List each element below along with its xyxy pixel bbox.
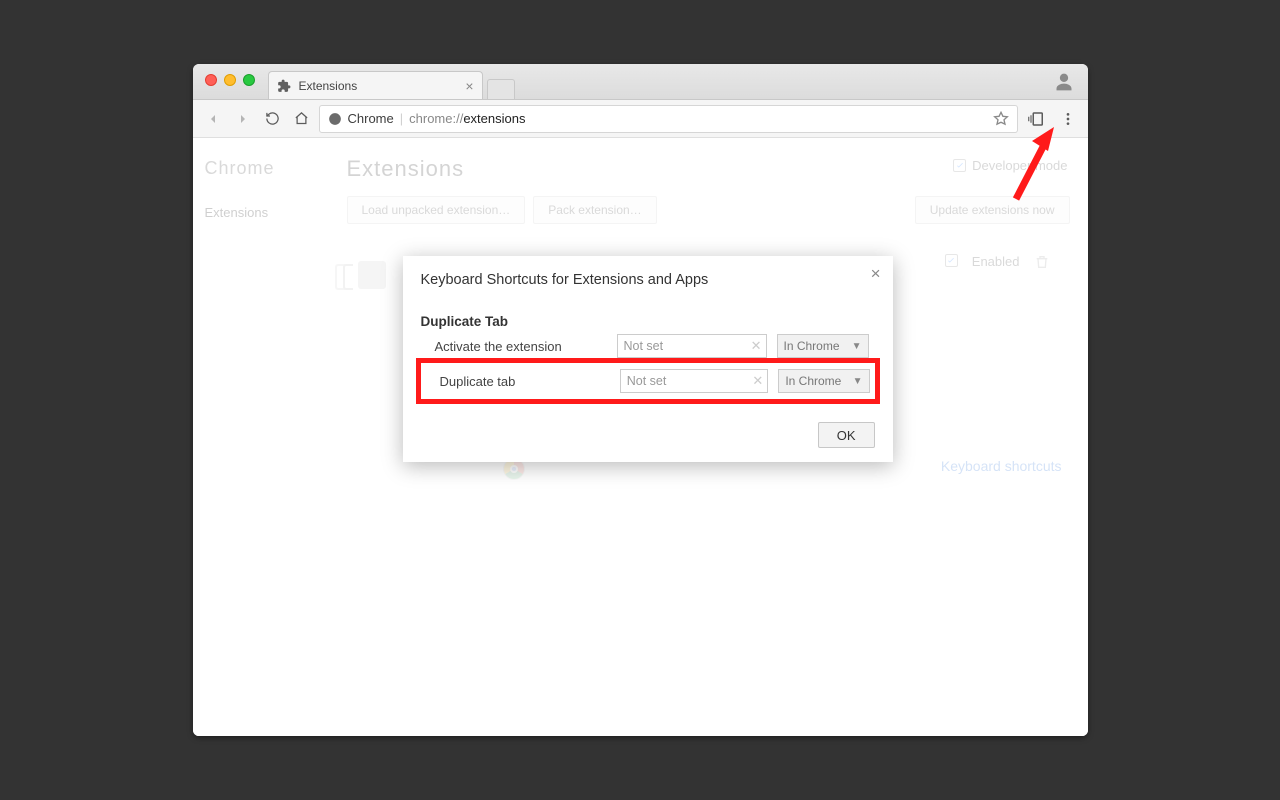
title-bar: Extensions × xyxy=(193,64,1088,100)
forward-button[interactable] xyxy=(231,107,255,131)
browser-window: Extensions × Chrome | chrome://extension… xyxy=(193,64,1088,736)
keyboard-shortcuts-dialog: × Keyboard Shortcuts for Extensions and … xyxy=(403,256,893,462)
enabled-label: Enabled xyxy=(972,254,1020,269)
chevron-down-icon: ▼ xyxy=(852,341,862,352)
tab-title: Extensions xyxy=(299,79,358,93)
new-tab-button[interactable] xyxy=(487,79,515,99)
extension-row-icon xyxy=(347,254,397,296)
shortcut-section-name: Duplicate Tab xyxy=(421,314,875,329)
dev-toolbar: Load unpacked extension… Pack extension…… xyxy=(347,196,1070,224)
close-window-button[interactable] xyxy=(205,74,217,86)
highlighted-shortcut-row: Duplicate tab Not set✕ In Chrome▼ xyxy=(416,358,880,404)
sidebar-item-extensions[interactable]: Extensions xyxy=(205,201,331,224)
profile-icon[interactable] xyxy=(1054,72,1074,92)
menu-button[interactable] xyxy=(1056,107,1080,131)
zoom-window-button[interactable] xyxy=(243,74,255,86)
window-controls xyxy=(205,74,255,86)
load-unpacked-button[interactable]: Load unpacked extension… xyxy=(347,196,526,224)
dialog-title: Keyboard Shortcuts for Extensions and Ap… xyxy=(421,272,875,288)
clear-icon[interactable]: ✕ xyxy=(751,338,762,354)
extension-icon xyxy=(277,79,291,93)
dialog-close-button[interactable]: × xyxy=(871,264,881,284)
shortcut-input[interactable]: Not set✕ xyxy=(617,334,767,358)
shortcut-row-duplicate: Duplicate tab Not set✕ In Chrome▼ xyxy=(426,366,870,396)
ok-button[interactable]: OK xyxy=(818,422,875,448)
url-origin: Chrome xyxy=(348,111,394,126)
browser-tab[interactable]: Extensions × xyxy=(268,71,483,99)
toolbar: Chrome | chrome://extensions xyxy=(193,100,1088,138)
sidebar: Chrome Extensions xyxy=(193,138,343,736)
home-button[interactable] xyxy=(290,107,313,130)
address-bar[interactable]: Chrome | chrome://extensions xyxy=(319,105,1018,133)
shortcut-row-activate: Activate the extension Not set✕ In Chrom… xyxy=(421,331,875,361)
site-info-icon xyxy=(328,112,342,126)
sidebar-title: Chrome xyxy=(205,158,331,179)
extension-toolbar-icon[interactable] xyxy=(1024,106,1050,132)
update-extensions-button[interactable]: Update extensions now xyxy=(915,196,1070,224)
shortcut-input[interactable]: Not set✕ xyxy=(620,369,769,393)
shortcut-scope-select[interactable]: In Chrome▼ xyxy=(777,334,869,358)
enabled-checkbox[interactable] xyxy=(945,254,958,267)
keyboard-shortcuts-link[interactable]: Keyboard shortcuts xyxy=(941,458,1062,474)
shortcut-label: Activate the extension xyxy=(421,339,607,354)
clear-icon[interactable]: ✕ xyxy=(752,373,763,389)
pack-extension-button[interactable]: Pack extension… xyxy=(533,196,656,224)
delete-extension-button[interactable] xyxy=(1034,254,1050,270)
bookmark-star-icon[interactable] xyxy=(993,111,1009,127)
chevron-down-icon: ▼ xyxy=(853,376,863,387)
shortcut-label: Duplicate tab xyxy=(426,374,610,389)
developer-mode-toggle[interactable]: Developer mode xyxy=(953,158,1067,173)
reload-button[interactable] xyxy=(261,107,284,130)
tab-close-button[interactable]: × xyxy=(465,79,473,93)
back-button[interactable] xyxy=(201,107,225,131)
shortcut-scope-select[interactable]: In Chrome▼ xyxy=(778,369,869,393)
url-path: chrome://extensions xyxy=(409,111,525,126)
minimize-window-button[interactable] xyxy=(224,74,236,86)
